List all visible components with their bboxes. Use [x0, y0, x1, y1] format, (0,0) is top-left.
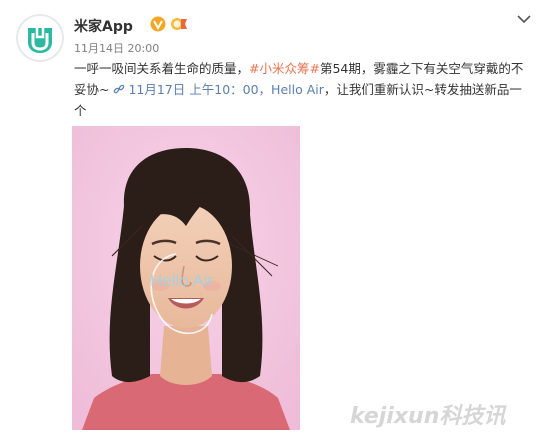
site-watermark: kejixun科技讯	[350, 404, 506, 429]
post-image[interactable]: Hello Air	[72, 126, 300, 430]
hashtag-link[interactable]: #小米众筹#	[249, 61, 320, 76]
medal-icon[interactable]	[170, 16, 188, 32]
event-link[interactable]: 11月17日 上午10：00，Hello Air	[113, 82, 324, 97]
chevron-down-icon[interactable]	[517, 14, 531, 24]
event-link-text: 11月17日 上午10：00，Hello Air	[128, 82, 324, 97]
verified-badge-icon	[150, 16, 166, 32]
post-text: 一呼一吸间关系着生命的质量，#小米众筹#第54期，雾霾之下有关空气穿戴的不妥协~…	[74, 58, 534, 121]
avatar[interactable]	[16, 14, 64, 62]
portrait-illustration: Hello Air	[72, 126, 300, 430]
mijia-logo-icon	[18, 16, 62, 60]
post-text-part1: 一呼一吸间关系着生命的质量，	[74, 61, 250, 76]
weibo-post-card: 米家App 11月14日 20:00 一呼一吸间关系着生命的质量，#小米众筹#第…	[0, 0, 550, 442]
author-name[interactable]: 米家App	[74, 16, 133, 36]
link-icon	[114, 84, 125, 94]
post-timestamp[interactable]: 11月14日 20:00	[74, 40, 159, 56]
image-overlay-text: Hello Air	[150, 271, 214, 290]
